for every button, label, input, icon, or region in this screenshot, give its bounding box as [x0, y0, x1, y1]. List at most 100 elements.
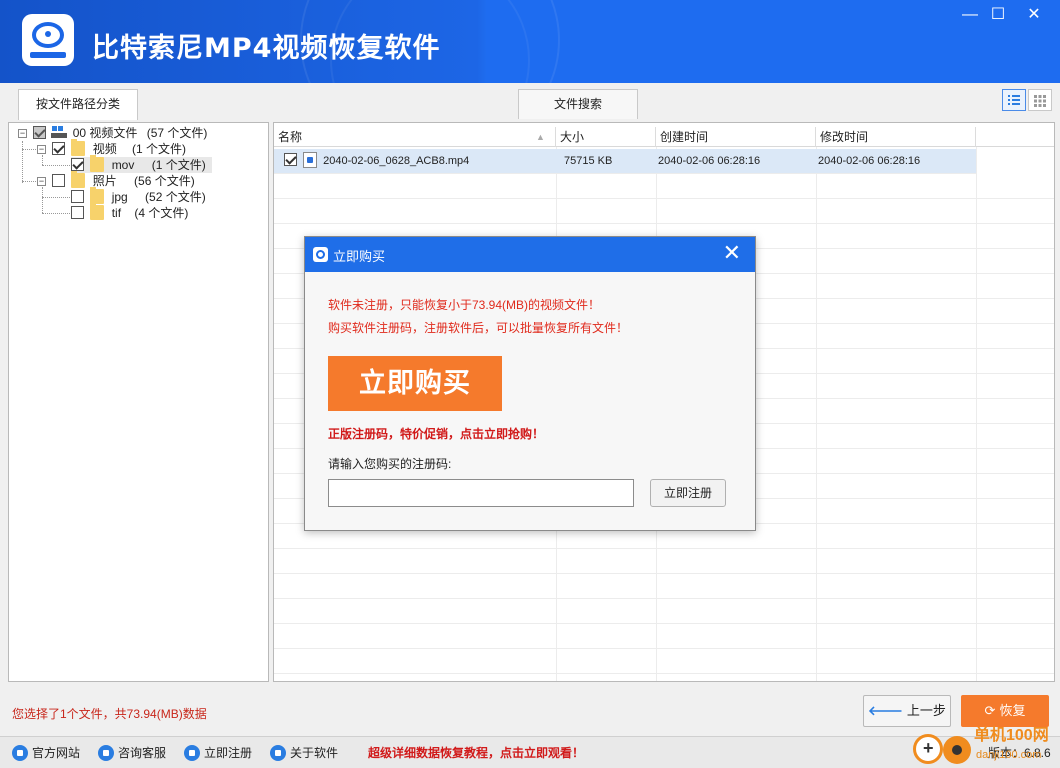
customer-service-link[interactable]: 咨询客服	[98, 744, 166, 762]
tree-node-label: 视频	[92, 142, 117, 156]
file-list-header: 名称 ▲ 大小 创建时间 修改时间	[274, 127, 1054, 147]
tab-path-category[interactable]: 按文件路径分类	[18, 89, 138, 120]
file-created: 2040-02-06 06:28:16	[658, 155, 761, 167]
purchase-dialog: 立即购买 ✕ 软件未注册，只能恢复小于73.94(MB)的视频文件！ 购买软件注…	[304, 236, 756, 531]
tree-node-count: (57 个文件)	[146, 126, 208, 140]
code-prompt-label: 请输入您购买的注册码:	[328, 457, 452, 471]
folder-icon	[71, 171, 86, 188]
list-view-icon[interactable]	[1002, 89, 1026, 111]
tree-node-video[interactable]: − 视频 (1 个文件)	[37, 139, 187, 157]
folder-icon	[90, 187, 105, 204]
close-button[interactable]: ✕	[1019, 4, 1049, 26]
column-modified[interactable]: 修改时间	[816, 127, 976, 147]
table-row[interactable]: 2040-02-06_0628_ACB8.mp4 75715 KB 2040-0…	[274, 149, 976, 174]
registration-code-input[interactable]	[328, 479, 634, 507]
tree-connector	[42, 213, 70, 214]
unregistered-warning: 软件未注册，只能恢复小于73.94(MB)的视频文件！	[328, 298, 601, 312]
tree-node-root[interactable]: − 00 视频文件 (57 个文件)	[18, 125, 207, 141]
register-button[interactable]: 立即注册	[650, 479, 726, 507]
minimize-button[interactable]: —	[955, 4, 985, 26]
tree-node-count: (52 个文件)	[145, 190, 206, 204]
tree-node-mov[interactable]: mov (1 个文件)	[71, 155, 212, 173]
tree-checkbox[interactable]	[52, 174, 65, 187]
tree-node-label: mov	[111, 158, 135, 172]
dialog-title-bar: 立即购买 ✕	[305, 237, 755, 272]
tree-node-count: (4 个文件)	[134, 206, 189, 220]
folder-icon	[90, 203, 105, 220]
folder-icon	[90, 155, 105, 172]
watermark-url: danji100.com	[976, 749, 1042, 761]
file-modified: 2040-02-06 06:28:16	[818, 155, 921, 167]
dialog-close-icon[interactable]: ✕	[723, 241, 741, 265]
selection-status: 您选择了1个文件，共73.94(MB)数据	[12, 707, 207, 721]
recover-label: 恢复	[999, 703, 1026, 718]
back-button[interactable]: 🡐 上一步	[863, 695, 951, 727]
about-link[interactable]: 关于软件	[270, 744, 338, 762]
purchase-hint: 购买软件注册码，注册软件后，可以批量恢复所有文件！	[328, 321, 629, 335]
logo-ring	[32, 22, 64, 48]
home-icon	[12, 745, 28, 761]
empty-row	[274, 174, 1054, 199]
logo-base	[30, 52, 66, 58]
video-file-icon	[303, 152, 318, 168]
promo-text[interactable]: 正版注册码，特价促销，点击立即抢购！	[328, 425, 544, 442]
tree-connector	[22, 141, 23, 183]
tutorial-link[interactable]: 超级详细数据恢复教程，点击立即观看！	[368, 744, 584, 762]
register-link[interactable]: 立即注册	[184, 744, 252, 762]
tree-node-count: (56 个文件)	[134, 174, 195, 188]
official-site-link[interactable]: 官方网站	[12, 744, 80, 762]
watermark-text: 单机100网	[974, 727, 1049, 744]
row-checkbox[interactable]	[284, 153, 297, 166]
watermark-logo-icon	[913, 730, 973, 766]
info-icon	[270, 745, 286, 761]
back-label: 上一步	[906, 703, 946, 718]
tree-node-label: 照片	[92, 174, 117, 188]
empty-row	[274, 624, 1054, 649]
column-size[interactable]: 大小	[556, 127, 656, 147]
tree-node-tif[interactable]: tif (4 个文件)	[71, 203, 189, 221]
tree-checkbox[interactable]	[71, 206, 84, 219]
row-checkbox-cell[interactable]: 2040-02-06_0628_ACB8.mp4	[280, 149, 469, 174]
tree-node-photo[interactable]: − 照片 (56 个文件)	[37, 171, 195, 189]
tree-node-count: (1 个文件)	[132, 142, 187, 156]
tree-node-label: tif	[111, 206, 122, 220]
collapse-toggle-icon[interactable]: −	[37, 177, 46, 186]
column-name[interactable]: 名称 ▲	[274, 127, 556, 147]
folder-icon	[71, 139, 86, 156]
tab-file-search[interactable]: 文件搜索	[518, 89, 638, 119]
tree-connector	[42, 165, 70, 166]
grid-view-icon[interactable]	[1028, 89, 1052, 111]
register-icon	[184, 745, 200, 761]
drive-icon	[51, 126, 68, 138]
app-title: 比特索尼MP4视频恢复软件	[92, 33, 441, 64]
buy-now-button[interactable]: 立即购买	[328, 356, 502, 411]
tree-connector	[22, 149, 36, 150]
tree-node-count: (1 个文件)	[151, 158, 206, 172]
bottom-bar: 官方网站 咨询客服 立即注册 关于软件 超级详细数据恢复教程，点击立即观看！ 版…	[0, 736, 1060, 768]
tree-checkbox[interactable]	[33, 126, 46, 139]
title-bar: 比特索尼MP4视频恢复软件 — ☐ ✕	[0, 0, 1060, 83]
folder-tree: − 00 视频文件 (57 个文件) − 视频 (1 个文件) mov (1 个…	[8, 122, 269, 682]
tree-checkbox[interactable]	[52, 142, 65, 155]
collapse-toggle-icon[interactable]: −	[18, 129, 27, 138]
chat-icon	[98, 745, 114, 761]
tree-connector	[42, 187, 43, 213]
dialog-app-icon	[313, 247, 328, 262]
tree-node-label: jpg	[111, 190, 128, 204]
empty-row	[274, 199, 1054, 224]
maximize-button[interactable]: ☐	[983, 4, 1013, 26]
tree-node-label: 00 视频文件	[72, 126, 138, 140]
back-arrow-icon: 🡐	[868, 703, 903, 718]
empty-row	[274, 649, 1054, 674]
refresh-icon: ⟳	[984, 703, 996, 718]
tree-checkbox[interactable]	[71, 158, 84, 171]
recover-button[interactable]: ⟳ 恢复	[961, 695, 1049, 727]
collapse-toggle-icon[interactable]: −	[37, 145, 46, 154]
empty-row	[274, 599, 1054, 624]
file-name: 2040-02-06_0628_ACB8.mp4	[323, 155, 470, 167]
tree-connector	[42, 197, 70, 198]
empty-row	[274, 549, 1054, 574]
app-logo-icon	[22, 14, 74, 66]
column-created[interactable]: 创建时间	[656, 127, 816, 147]
tree-checkbox[interactable]	[71, 190, 84, 203]
